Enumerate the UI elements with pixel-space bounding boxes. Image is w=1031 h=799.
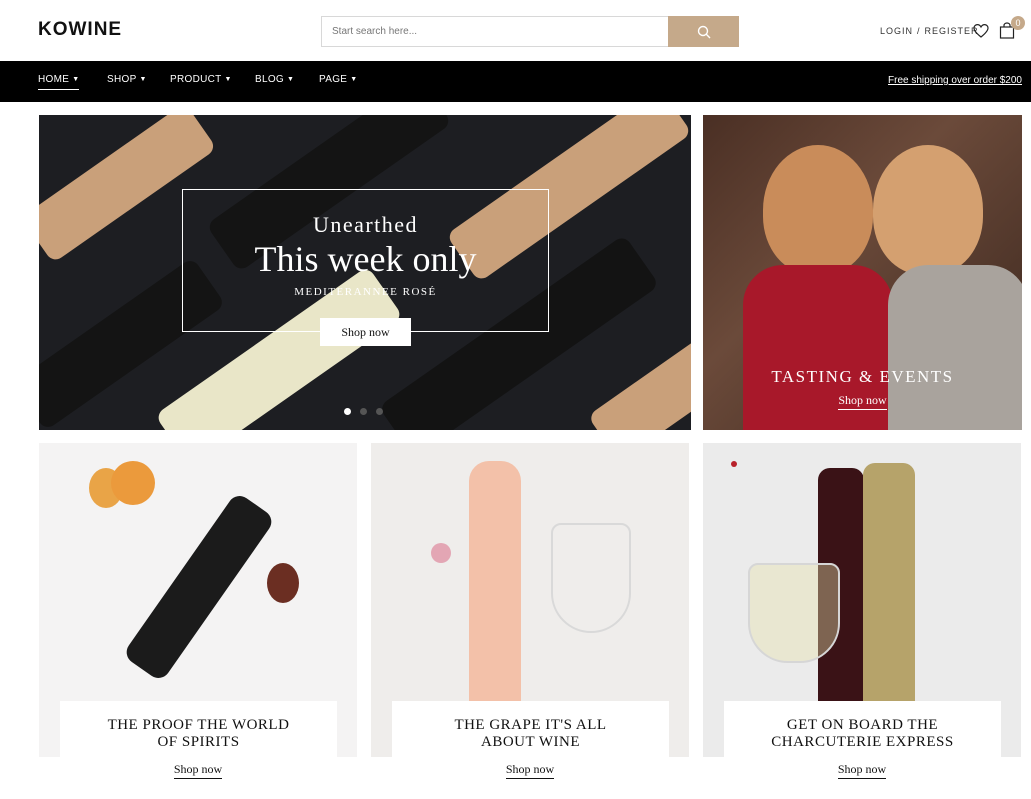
promo-card-wine[interactable]: THE GRAPE IT'S ALL ABOUT WINE: [371, 443, 689, 757]
nav-item-product[interactable]: PRODUCT ▼: [170, 74, 232, 85]
card-title-line-1: THE GRAPE IT'S ALL: [454, 717, 607, 733]
chevron-down-icon: ▼: [350, 76, 358, 83]
slider-pagination: [344, 408, 383, 415]
cart-count-badge: 0: [1011, 16, 1025, 30]
card-shop-now-link[interactable]: Shop now: [505, 762, 555, 779]
card-title: GET ON BOARD THE CHARCUTERIE EXPRESS: [724, 717, 1001, 751]
card-title: THE GRAPE IT'S ALL ABOUT WINE: [392, 717, 669, 751]
card-caption-panel: THE GRAPE IT'S ALL ABOUT WINE: [392, 701, 669, 757]
search-button[interactable]: [668, 16, 739, 47]
banner-shop-now-link[interactable]: Shop now: [838, 393, 887, 410]
nav-item-label: HOME: [38, 74, 70, 85]
card-link-row: Shop now: [703, 760, 1021, 779]
nav-item-home[interactable]: HOME ▼: [38, 74, 80, 90]
nav-item-label: BLOG: [255, 74, 284, 85]
card-link-row: Shop now: [371, 760, 689, 779]
nav-item-page[interactable]: PAGE ▼: [319, 74, 357, 85]
card-title-line-2: CHARCUTERIE EXPRESS: [771, 734, 954, 750]
card-shop-now-link[interactable]: Shop now: [837, 762, 887, 779]
account-links: LOGIN / REGISTER: [880, 26, 979, 36]
card-title: THE PROOF THE WORLD OF SPIRITS: [60, 717, 337, 751]
card-caption-panel: GET ON BOARD THE CHARCUTERIE EXPRESS: [724, 701, 1001, 757]
nav-item-shop[interactable]: SHOP ▼: [107, 74, 147, 85]
search-icon: [697, 25, 710, 38]
hero-slider: Unearthed This week only MEDITERANNEE RO…: [39, 115, 691, 430]
nav-item-label: PAGE: [319, 74, 348, 85]
card-title-line-1: THE PROOF THE WORLD: [107, 717, 290, 733]
slider-dot-3[interactable]: [376, 408, 383, 415]
hero-title: This week only: [254, 239, 477, 279]
chevron-down-icon: ▼: [139, 76, 147, 83]
site-logo[interactable]: KOWINE: [38, 19, 122, 41]
wishlist-heart-icon[interactable]: [973, 23, 989, 39]
main-navigation: HOME ▼ SHOP ▼ PRODUCT ▼ BLOG ▼ PAGE ▼ Free sh…: [0, 61, 1031, 102]
slider-dot-1[interactable]: [344, 408, 351, 415]
chevron-down-icon: ▼: [224, 76, 232, 83]
site-header: KOWINE LOGIN / REGISTER 0: [0, 0, 1031, 61]
card-title-line-1: GET ON BOARD THE: [786, 717, 939, 733]
hero-subtitle: Unearthed: [312, 212, 419, 237]
card-title-line-2: ABOUT WINE: [480, 734, 581, 750]
card-link-row: Shop now: [39, 760, 357, 779]
nav-item-label: SHOP: [107, 74, 137, 85]
hero-caption-frame: Unearthed This week only MEDITERANNEE RO…: [182, 189, 549, 332]
nav-item-label: PRODUCT: [170, 74, 222, 85]
hero-shop-now-button[interactable]: Shop now: [320, 318, 411, 346]
banner-link-row: Shop now: [703, 391, 1022, 410]
banner-title: TASTING & EVENTS: [771, 367, 954, 386]
promo-card-charcuterie[interactable]: GET ON BOARD THE CHARCUTERIE EXPRESS: [703, 443, 1021, 757]
register-link[interactable]: REGISTER: [925, 26, 979, 36]
promo-card-spirits[interactable]: THE PROOF THE WORLD OF SPIRITS: [39, 443, 357, 757]
nav-item-blog[interactable]: BLOG ▼: [255, 74, 294, 85]
hero-tagline: MEDITERANNEE ROSÉ: [294, 286, 437, 298]
login-link[interactable]: LOGIN: [880, 26, 913, 36]
card-caption-panel: THE PROOF THE WORLD OF SPIRITS: [60, 701, 337, 757]
search-input[interactable]: [322, 17, 668, 46]
free-shipping-link[interactable]: Free shipping over order $200: [888, 75, 1022, 86]
account-separator: /: [917, 26, 921, 36]
card-shop-now-link[interactable]: Shop now: [173, 762, 223, 779]
chevron-down-icon: ▼: [287, 76, 295, 83]
card-title-line-2: OF SPIRITS: [157, 734, 240, 750]
tasting-events-banner[interactable]: TASTING & EVENTS Shop now: [703, 115, 1022, 430]
slider-dot-2[interactable]: [360, 408, 367, 415]
search-bar: [321, 16, 739, 47]
chevron-down-icon: ▼: [72, 76, 80, 83]
